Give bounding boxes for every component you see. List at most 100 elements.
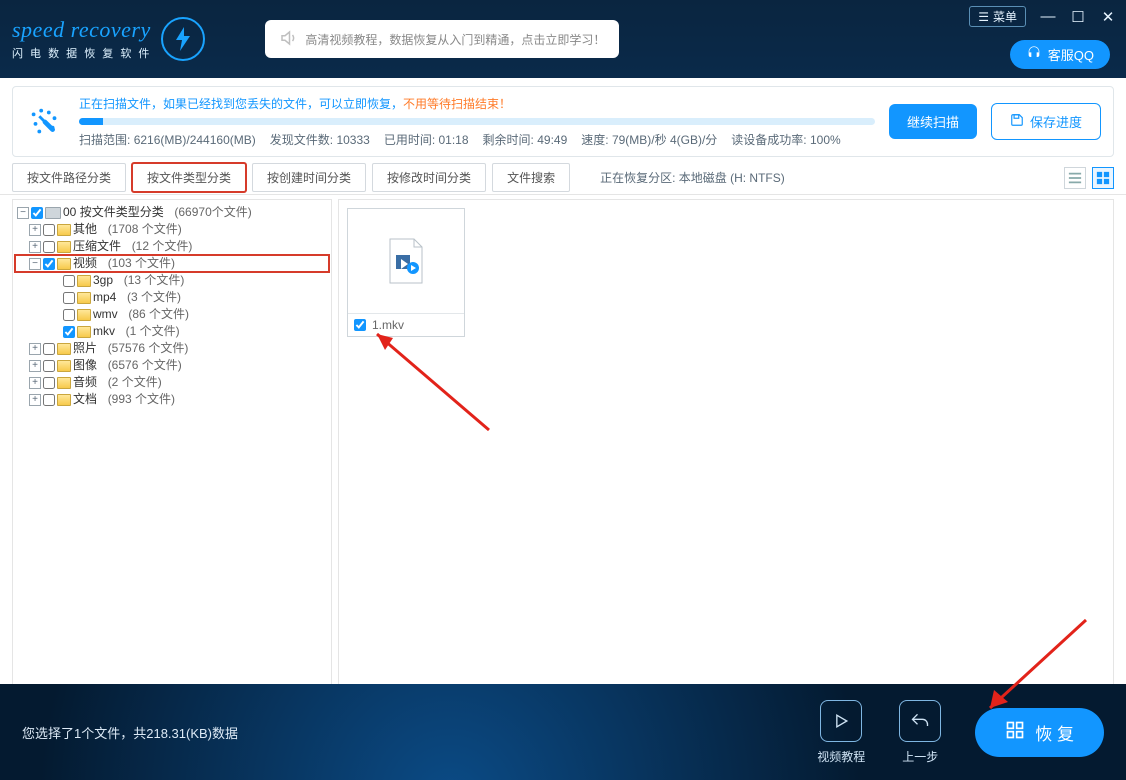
customer-service-button[interactable]: 客服QQ xyxy=(1010,40,1110,69)
expand-icon[interactable]: + xyxy=(29,377,41,389)
tree-checkbox[interactable] xyxy=(43,258,55,270)
customer-service-label: 客服QQ xyxy=(1048,45,1094,64)
file-grid[interactable]: 1.mkv xyxy=(338,199,1114,695)
continue-scan-button[interactable]: 继续扫描 xyxy=(889,104,977,139)
recover-button[interactable]: 恢 复 xyxy=(975,708,1104,757)
scan-elapsed-value: 01:18 xyxy=(439,133,469,147)
expand-icon[interactable]: + xyxy=(29,360,41,372)
tree-root-label: 按文件类型分类 xyxy=(80,205,164,219)
folder-icon xyxy=(57,360,71,372)
tree-label: 3gp xyxy=(93,272,113,289)
tree-label: 文档 xyxy=(73,391,97,408)
tree-checkbox[interactable] xyxy=(43,394,55,406)
tree-label: wmv xyxy=(93,306,118,323)
folder-icon xyxy=(77,292,91,304)
tree-root[interactable]: − 00 按文件类型分类 (66970个文件) xyxy=(15,204,329,221)
speaker-icon xyxy=(279,29,297,50)
tree-item-wmv[interactable]: wmv (86 个文件) xyxy=(15,306,329,323)
expand-icon[interactable]: + xyxy=(29,241,41,253)
selection-summary: 您选择了1个文件，共218.31(KB)数据 xyxy=(22,723,238,742)
scan-range-value: 6216(MB)/244160(MB) xyxy=(134,133,256,147)
tree-label: 图像 xyxy=(73,357,97,374)
scan-progress-bar xyxy=(79,118,875,125)
title-bar: speed recovery 闪 电 数 据 恢 复 软 件 高清视频教程，数据… xyxy=(0,0,1126,78)
tree-label: mkv xyxy=(93,323,115,340)
tree-checkbox[interactable] xyxy=(43,360,55,372)
folder-tree[interactable]: − 00 按文件类型分类 (66970个文件) +其他 (1708 个文件) +… xyxy=(12,199,332,695)
menu-button[interactable]: ☰ 菜单 xyxy=(969,6,1026,27)
tree-item-video[interactable]: −视频 (103 个文件) xyxy=(15,255,329,272)
view-list-button[interactable] xyxy=(1064,167,1086,189)
folder-icon xyxy=(57,377,71,389)
tab-by-modified[interactable]: 按修改时间分类 xyxy=(372,163,486,192)
save-progress-label: 保存进度 xyxy=(1030,112,1082,131)
save-progress-button[interactable]: 保存进度 xyxy=(991,103,1101,140)
tree-item-photo[interactable]: +照片 (57576 个文件) xyxy=(15,340,329,357)
folder-icon xyxy=(77,326,91,338)
scan-found-value: 10333 xyxy=(336,133,369,147)
tree-count: (103 个文件) xyxy=(108,255,175,272)
tree-label: 压缩文件 xyxy=(73,238,121,255)
back-icon xyxy=(899,700,941,742)
file-checkbox[interactable] xyxy=(354,319,366,331)
recover-icon xyxy=(1005,720,1025,745)
tree-checkbox[interactable] xyxy=(43,224,55,236)
tab-by-created[interactable]: 按创建时间分类 xyxy=(252,163,366,192)
scan-speed-label: 速度: xyxy=(581,133,608,147)
annotation-arrow-icon xyxy=(359,320,499,440)
tree-root-checkbox[interactable] xyxy=(31,207,43,219)
scan-readrate-label: 读设备成功率: xyxy=(731,133,806,147)
tree-checkbox[interactable] xyxy=(63,292,75,304)
play-icon xyxy=(820,700,862,742)
tree-item-image[interactable]: +图像 (6576 个文件) xyxy=(15,357,329,374)
tree-item-zip[interactable]: +压缩文件 (12 个文件) xyxy=(15,238,329,255)
spacer xyxy=(49,275,61,287)
folder-icon xyxy=(57,394,71,406)
tree-checkbox[interactable] xyxy=(63,326,75,338)
tab-by-filetype[interactable]: 按文件类型分类 xyxy=(132,163,246,192)
maximize-button[interactable]: ☐ xyxy=(1070,8,1086,26)
tree-root-count: (66970个文件) xyxy=(174,204,251,221)
scan-message-warn: 不用等待扫描结束！ xyxy=(403,97,511,111)
tree-item-3gp[interactable]: 3gp (13 个文件) xyxy=(15,272,329,289)
tree-count: (993 个文件) xyxy=(108,391,175,408)
folder-icon xyxy=(77,275,91,287)
continue-scan-label: 继续扫描 xyxy=(907,112,959,131)
tree-item-mkv[interactable]: mkv (1 个文件) xyxy=(15,323,329,340)
tree-checkbox[interactable] xyxy=(43,343,55,355)
view-grid-button[interactable] xyxy=(1092,167,1114,189)
scan-elapsed-label: 已用时间: xyxy=(384,133,435,147)
collapse-icon[interactable]: − xyxy=(29,258,41,270)
tree-checkbox[interactable] xyxy=(63,309,75,321)
tree-checkbox[interactable] xyxy=(63,275,75,287)
expand-icon[interactable]: + xyxy=(29,343,41,355)
close-button[interactable]: ✕ xyxy=(1100,8,1116,26)
tree-count: (3 个文件) xyxy=(127,289,181,306)
tree-item-doc[interactable]: + 文档 (993 个文件) xyxy=(15,391,329,408)
tab-by-path[interactable]: 按文件路径分类 xyxy=(12,163,126,192)
tree-item-other[interactable]: +其他 (1708 个文件) xyxy=(15,221,329,238)
tutorial-banner[interactable]: 高清视频教程，数据恢复从入门到精通，点击立即学习！ xyxy=(265,20,619,58)
collapse-icon[interactable]: − xyxy=(17,207,29,219)
drive-icon xyxy=(45,207,61,219)
expand-icon[interactable]: + xyxy=(29,394,41,406)
scan-readrate-value: 100% xyxy=(810,133,841,147)
previous-step-label: 上一步 xyxy=(902,748,938,765)
expand-icon[interactable]: + xyxy=(29,224,41,236)
file-thumbnail[interactable]: 1.mkv xyxy=(347,208,465,337)
scan-status-panel: 正在扫描文件，如果已经找到您丢失的文件，可以立即恢复，不用等待扫描结束！ 扫描范… xyxy=(12,86,1114,157)
footer-bar: 您选择了1个文件，共218.31(KB)数据 视频教程 上一步 恢 复 xyxy=(0,684,1126,780)
tree-label: 音频 xyxy=(73,374,97,391)
tab-file-search[interactable]: 文件搜索 xyxy=(492,163,570,192)
minimize-button[interactable]: — xyxy=(1040,8,1056,25)
scan-found-label: 发现文件数: xyxy=(270,133,333,147)
video-tutorial-button[interactable]: 视频教程 xyxy=(817,700,865,765)
file-name: 1.mkv xyxy=(372,318,404,332)
tree-item-audio[interactable]: +音频 (2 个文件) xyxy=(15,374,329,391)
tree-checkbox[interactable] xyxy=(43,377,55,389)
tree-item-mp4[interactable]: mp4 (3 个文件) xyxy=(15,289,329,306)
previous-step-button[interactable]: 上一步 xyxy=(899,700,941,765)
tree-checkbox[interactable] xyxy=(43,241,55,253)
spacer xyxy=(49,326,61,338)
menu-lines-icon: ☰ xyxy=(978,10,989,24)
